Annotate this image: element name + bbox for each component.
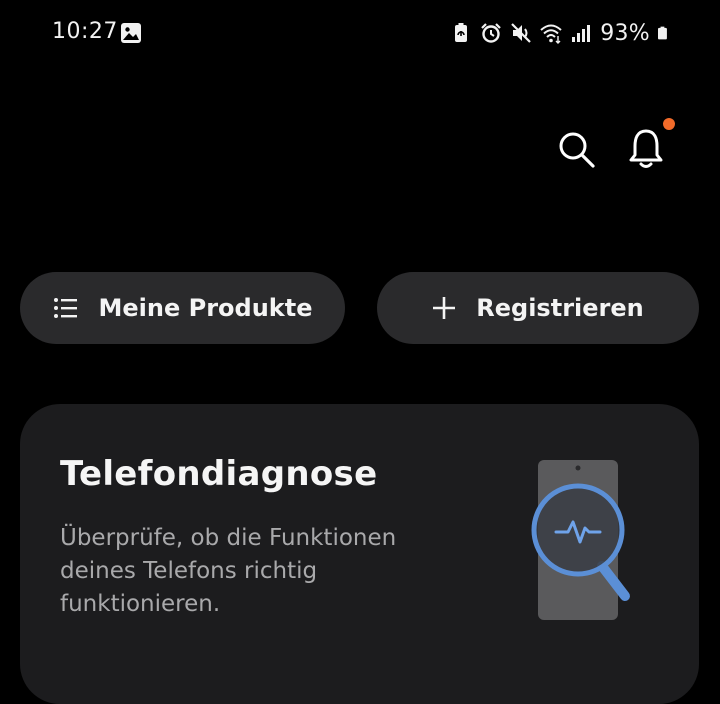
status-icons: 93% [450, 19, 672, 47]
battery-percent: 93% [600, 20, 650, 46]
my-products-label: Meine Produkte [98, 294, 313, 322]
list-icon [53, 298, 77, 318]
battery-saver-icon [455, 23, 468, 42]
battery-icon [658, 26, 667, 40]
status-time: 10:27 [52, 19, 118, 44]
bell-icon[interactable] [626, 126, 666, 170]
alarm-icon [481, 23, 501, 43]
search-icon[interactable] [556, 129, 596, 169]
wifi-icon [540, 24, 562, 44]
phone-diagnosis-card[interactable]: Telefondiagnose Überprüfe, ob die Funkti… [20, 404, 699, 704]
card-title: Telefondiagnose [60, 454, 378, 494]
card-description: Überprüfe, ob die Funktionen deines Tele… [60, 525, 397, 617]
my-products-button[interactable]: Meine Produkte [20, 272, 345, 344]
phone-magnifier-icon [531, 460, 630, 620]
gallery-icon [121, 23, 141, 43]
plus-icon [433, 297, 456, 319]
status-bar: 10:27 93% [0, 0, 720, 68]
notification-dot [663, 118, 675, 130]
register-label: Registrieren [476, 294, 644, 322]
mute-icon [511, 23, 531, 43]
register-button[interactable]: Registrieren [377, 272, 699, 344]
signal-icon [572, 25, 591, 42]
